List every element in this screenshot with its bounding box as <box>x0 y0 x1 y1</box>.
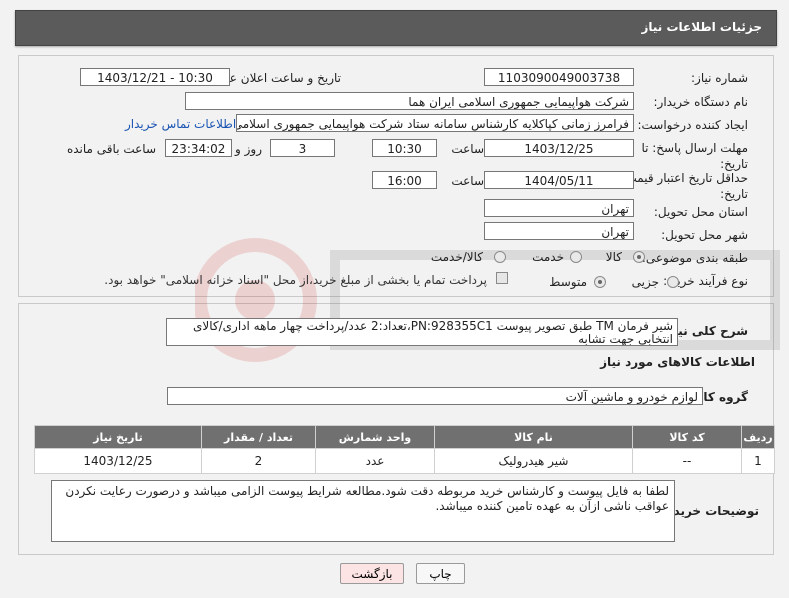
treasury-note: پرداخت تمام یا بخشی از مبلغ خرید،از محل … <box>104 273 487 287</box>
remaining-time-label: ساعت باقی مانده <box>66 142 156 156</box>
city-field: تهران <box>484 222 634 240</box>
category-service-label: خدمت <box>532 250 564 264</box>
category-label: طبقه بندی موضوعی: <box>641 251 748 265</box>
process-medium-label: متوسط <box>549 275 587 289</box>
goods-table-header: ردیف کد کالا نام کالا واحد شمارش تعداد /… <box>34 425 775 449</box>
print-button[interactable]: چاپ <box>416 563 465 584</box>
cell-quantity: 2 <box>201 448 316 474</box>
category-service-radio[interactable] <box>570 251 582 263</box>
cell-row-number: 1 <box>741 448 775 474</box>
deadline-time-field: 10:30 <box>372 139 437 157</box>
col-unit: واحد شمارش <box>315 425 435 449</box>
deadline-label: مهلت ارسال پاسخ: تا تاریخ: <box>641 141 748 171</box>
process-minor-radio[interactable] <box>667 276 679 288</box>
price-validity-date-field: 1404/05/11 <box>484 171 634 189</box>
creator-label: ایجاد کننده درخواست: <box>637 118 748 132</box>
days-remaining-field: 3 <box>270 139 335 157</box>
treasury-checkbox[interactable] <box>496 272 508 284</box>
category-goods-service-radio[interactable] <box>494 251 506 263</box>
category-goods-label: کالا <box>605 250 622 264</box>
need-number-field: 1103090049003738 <box>484 68 634 86</box>
price-validity-time-label: ساعت <box>451 174 484 188</box>
col-quantity: تعداد / مقدار <box>201 425 316 449</box>
cell-item-code: -- <box>632 448 742 474</box>
cell-unit: عدد <box>315 448 435 474</box>
buyer-contact-link[interactable]: اطلاعات تماس خریدار <box>125 117 236 131</box>
back-button[interactable]: بازگشت <box>340 563 404 584</box>
cell-need-date: 1403/12/25 <box>34 448 202 474</box>
buyer-notes-field: لطفا به فایل پیوست و کارشناس خرید مربوطه… <box>51 480 675 542</box>
creator-field: فرامرز زمانی کپاکلایه کارشناس سامانه ستا… <box>236 114 634 132</box>
deadline-date-field: 1403/12/25 <box>484 139 634 157</box>
page-title: جزئیات اطلاعات نیاز <box>641 20 762 34</box>
summary-field: شیر فرمان TM طبق تصویر پیوست PN:928355C1… <box>166 318 678 346</box>
price-validity-time-field: 16:00 <box>372 171 437 189</box>
col-item-name: نام کالا <box>434 425 633 449</box>
city-label: شهر محل تحویل: <box>661 228 748 242</box>
table-row: 1 -- شیر هیدرولیک عدد 2 1403/12/25 <box>34 448 775 474</box>
remaining-time-field: 23:34:02 <box>165 139 232 157</box>
col-need-date: تاریخ نیاز <box>34 425 202 449</box>
days-label: روز و <box>235 142 262 156</box>
buyer-org-field: شرکت هواپیمایی جمهوری اسلامی ایران هما <box>185 92 634 110</box>
goods-table: ردیف کد کالا نام کالا واحد شمارش تعداد /… <box>34 425 775 474</box>
page-header: جزئیات اطلاعات نیاز <box>15 10 777 46</box>
goods-group-field: لوازم خودرو و ماشین آلات <box>167 387 703 405</box>
category-goods-service-label: کالا/خدمت <box>430 250 483 264</box>
province-label: استان محل تحویل: <box>653 205 748 219</box>
deadline-time-label: ساعت <box>451 142 484 156</box>
process-medium-radio[interactable] <box>594 276 606 288</box>
announce-date-field: 1403/12/21 - 10:30 <box>80 68 230 86</box>
col-item-code: کد کالا <box>632 425 742 449</box>
province-field: تهران <box>484 199 634 217</box>
category-goods-radio[interactable] <box>633 251 645 263</box>
buyer-org-label: نام دستگاه خریدار: <box>653 95 749 109</box>
cell-item-name: شیر هیدرولیک <box>434 448 633 474</box>
need-number-label: شماره نیاز: <box>691 71 748 85</box>
goods-info-title: اطلاعات کالاهای مورد نیاز <box>600 355 755 369</box>
process-minor-label: جزیی <box>631 275 659 289</box>
col-row-number: ردیف <box>741 425 775 449</box>
